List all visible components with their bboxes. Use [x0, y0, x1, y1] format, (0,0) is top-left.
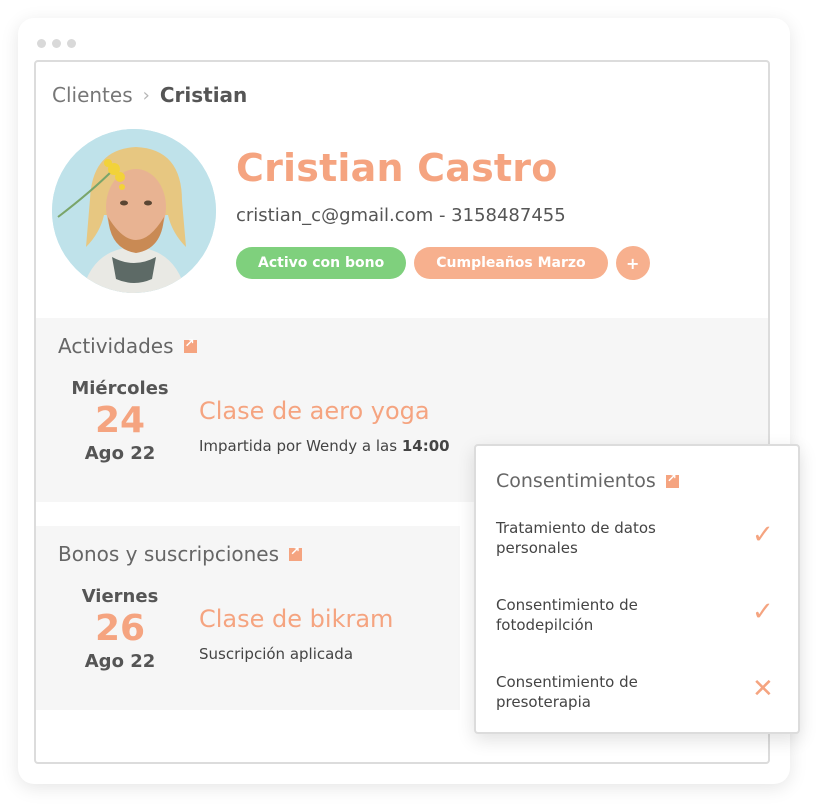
consent-label-line1: Consentimiento de [496, 596, 638, 614]
activities-title: Actividades [58, 334, 174, 358]
consent-label-line1: Consentimiento de [496, 673, 638, 691]
activity-month: Ago 22 [84, 443, 156, 464]
bono-date: Viernes 26 Ago 22 [55, 586, 185, 672]
tag-birthday[interactable]: Cumpleaños Marzo [414, 247, 608, 279]
check-icon[interactable]: ✓ [752, 597, 774, 627]
activity-day: 24 [94, 400, 146, 441]
bono-month: Ago 22 [84, 651, 156, 672]
consent-item: Consentimiento de fotodepilción [496, 595, 736, 635]
activity-time: 14:00 [401, 437, 450, 455]
activity-weekday: Miércoles [71, 378, 169, 399]
client-name: Cristian Castro [236, 146, 558, 190]
tag-active-bono[interactable]: Activo con bono [236, 247, 407, 279]
breadcrumb-current: Cristian [159, 83, 248, 107]
external-link-icon[interactable] [665, 471, 679, 488]
bono-subtitle: Suscripción aplicada [199, 645, 354, 663]
cross-icon[interactable]: ✕ [752, 674, 774, 704]
avatar [52, 129, 216, 293]
breadcrumb: Clientes › Cristian [52, 83, 247, 107]
external-link-icon[interactable] [289, 544, 303, 561]
bonos-header: Bonos y suscripciones [58, 542, 303, 566]
consent-label-line2: personales [496, 539, 578, 557]
external-link-icon[interactable] [183, 336, 197, 353]
activity-subtitle: Impartida por Wendy a las 14:00 [199, 437, 450, 455]
consents-card: Consentimientos Tratamiento de datos per… [474, 444, 800, 734]
bono-title[interactable]: Clase de bikram [199, 605, 393, 633]
bonos-title: Bonos y suscripciones [58, 542, 280, 566]
consent-label-line2: fotodepilción [496, 616, 594, 634]
bono-day: 26 [94, 608, 146, 649]
chevron-right-icon: › [142, 84, 150, 106]
activity-title[interactable]: Clase de aero yoga [199, 397, 430, 425]
client-contact: cristian_c@gmail.com - 3158487455 [236, 205, 566, 226]
window-controls [37, 39, 76, 48]
bono-weekday: Viernes [81, 586, 159, 607]
activities-header: Actividades [58, 334, 197, 358]
breadcrumb-clients-link[interactable]: Clientes [52, 83, 133, 107]
consent-label-line2: presoterapia [496, 693, 591, 711]
avatar-image [52, 129, 216, 293]
window-dot-icon[interactable] [52, 39, 61, 48]
bonos-section: Bonos y suscripciones Viernes 26 Ago 22 … [36, 526, 460, 710]
consents-header: Consentimientos [496, 470, 679, 492]
consent-label-line1: Tratamiento de datos [496, 519, 656, 537]
check-icon[interactable]: ✓ [752, 520, 774, 550]
window-dot-icon[interactable] [37, 39, 46, 48]
tag-list: Activo con bono Cumpleaños Marzo + [236, 246, 650, 280]
activity-date: Miércoles 24 Ago 22 [55, 378, 185, 464]
consent-item: Consentimiento de presoterapia [496, 672, 736, 712]
activity-instructor: Impartida por Wendy a las [199, 437, 398, 455]
consents-title: Consentimientos [496, 470, 656, 492]
consent-item: Tratamiento de datos personales [496, 518, 736, 558]
window-dot-icon[interactable] [67, 39, 76, 48]
add-tag-button[interactable]: + [615, 246, 650, 280]
